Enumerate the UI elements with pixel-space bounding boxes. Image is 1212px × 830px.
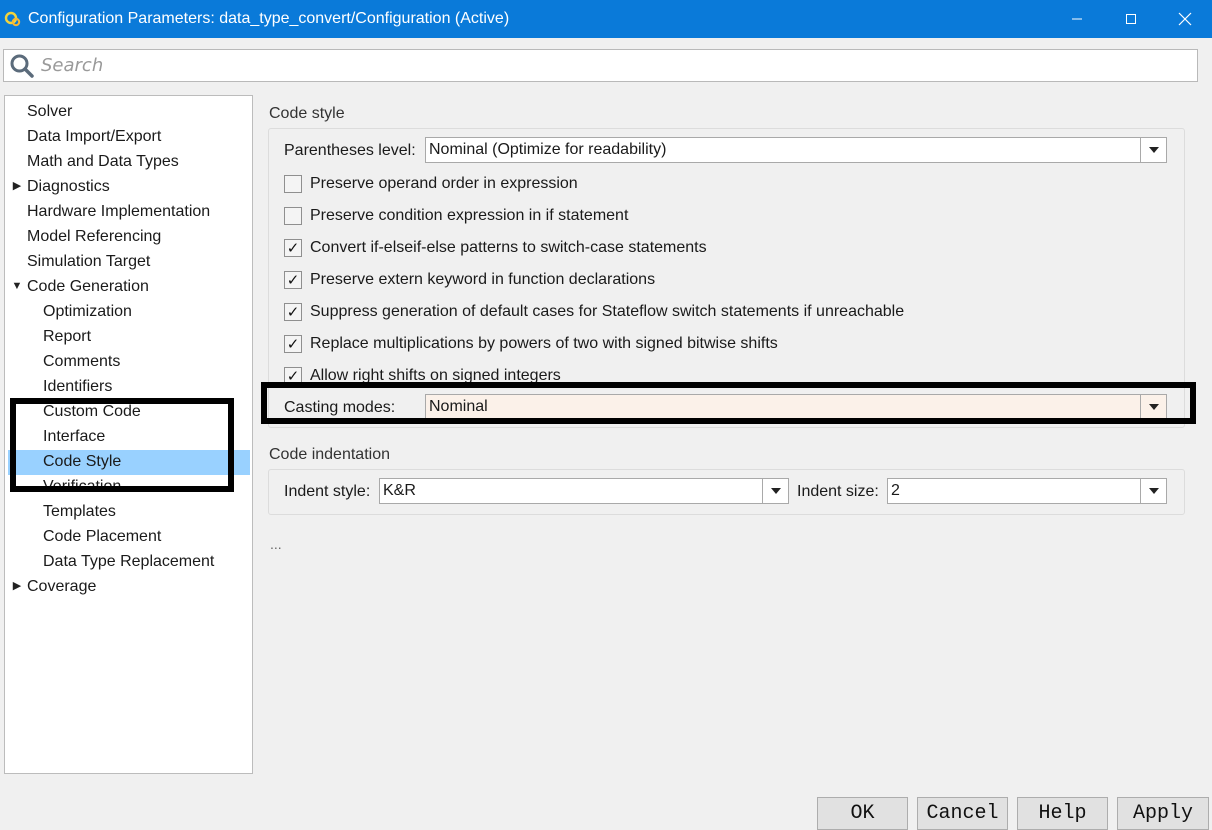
close-icon [1178,12,1192,26]
checkmark-icon[interactable]: ✓ [284,303,302,321]
tree-item-identifiers[interactable]: Identifiers [43,374,112,399]
search-bar[interactable] [3,49,1198,82]
tree-item-math-and-data-types[interactable]: Math and Data Types [27,149,179,174]
indent-style-value: K&R [383,482,416,499]
tree-item-model-referencing[interactable]: Model Referencing [27,224,161,249]
indent-style-dropdown[interactable]: K&R [379,478,789,504]
apply-button[interactable]: Apply [1117,797,1209,830]
search-icon [10,54,34,78]
tree-item-label: Diagnostics [27,178,110,195]
checkbox-replace-multiplications[interactable]: ✓ Replace multiplications by powers of t… [284,333,778,355]
tree-item-diagnostics[interactable]: ▶ Diagnostics [13,174,110,199]
window-title: Configuration Parameters: data_type_conv… [28,10,510,27]
tree-item-label: Coverage [27,578,97,595]
title-bar: Configuration Parameters: data_type_conv… [0,0,1212,38]
checkmark-icon[interactable]: ✓ [284,271,302,289]
tree-item-label: Code Generation [27,278,149,295]
casting-modes-dropdown[interactable]: Nominal [425,394,1167,420]
tree-item-code-style[interactable]: Code Style [43,449,121,474]
checkbox-label: Preserve extern keyword in function decl… [310,271,656,288]
checkmark-icon[interactable]: ✓ [284,239,302,257]
tree-item-templates[interactable]: Templates [43,499,116,524]
dropdown-arrow-icon[interactable] [1140,395,1166,419]
checkbox-label: Suppress generation of default cases for… [310,303,905,320]
indent-style-label: Indent style: [284,483,371,500]
expand-arrow-icon[interactable]: ▶ [11,174,23,199]
checkbox-label: Allow right shifts on signed integers [310,367,561,384]
tree-item-optimization[interactable]: Optimization [43,299,132,324]
tree-item-code-placement[interactable]: Code Placement [43,524,161,549]
minimize-icon [1072,18,1082,20]
dropdown-arrow-icon[interactable] [1140,138,1166,162]
checkbox-preserve-operand-order[interactable]: Preserve operand order in expression [284,173,578,195]
checkbox-label: Replace multiplications by powers of two… [310,335,778,352]
dropdown-arrow-icon[interactable] [1140,479,1166,503]
checkbox-unchecked-icon[interactable] [284,175,302,193]
code-style-section-title: Code style [269,105,345,122]
checkbox-allow-right-shifts[interactable]: ✓ Allow right shifts on signed integers [284,365,561,387]
expand-arrow-icon[interactable]: ▶ [11,574,23,599]
indent-size-value: 2 [891,482,900,499]
tree-item-data-import-export[interactable]: Data Import/Export [27,124,161,149]
tree-item-interface[interactable]: Interface [43,424,105,449]
collapse-arrow-icon[interactable]: ▼ [11,274,23,299]
parentheses-level-dropdown[interactable]: Nominal (Optimize for readability) [425,137,1167,163]
checkbox-preserve-extern-keyword[interactable]: ✓ Preserve extern keyword in function de… [284,269,655,291]
tree-item-solver[interactable]: Solver [27,99,72,124]
tree-item-simulation-target[interactable]: Simulation Target [27,249,150,274]
more-ellipsis: ... [270,536,282,552]
parentheses-level-label: Parentheses level: [284,142,416,159]
tree-item-verification[interactable]: Verification [43,474,121,499]
checkbox-suppress-default-cases[interactable]: ✓ Suppress generation of default cases f… [284,301,904,323]
cancel-button[interactable]: Cancel [917,797,1008,830]
indent-size-label: Indent size: [797,483,879,500]
parentheses-level-value: Nominal (Optimize for readability) [429,141,667,158]
tree-item-coverage[interactable]: ▶ Coverage [13,574,97,599]
ok-button[interactable]: OK [817,797,908,830]
tree-item-hardware-implementation[interactable]: Hardware Implementation [27,199,210,224]
tree-item-report[interactable]: Report [43,324,91,349]
maximize-button[interactable] [1104,0,1158,38]
help-button[interactable]: Help [1017,797,1108,830]
close-button[interactable] [1158,0,1212,38]
tree-item-comments[interactable]: Comments [43,349,120,374]
checkbox-convert-switch-case[interactable]: ✓ Convert if-elseif-else patterns to swi… [284,237,707,259]
simulink-gear-icon [4,10,22,28]
checkbox-preserve-condition-expression[interactable]: Preserve condition expression in if stat… [284,205,628,227]
category-tree: Solver Data Import/Export Math and Data … [4,95,253,774]
tree-item-data-type-replacement[interactable]: Data Type Replacement [43,549,214,574]
checkbox-label: Convert if-elseif-else patterns to switc… [310,239,707,256]
search-input[interactable] [41,55,1141,76]
code-indentation-section-title: Code indentation [269,446,390,463]
checkmark-icon[interactable]: ✓ [284,335,302,353]
indent-size-dropdown[interactable]: 2 [887,478,1167,504]
checkmark-icon[interactable]: ✓ [284,367,302,385]
casting-modes-label: Casting modes: [284,399,396,416]
maximize-icon [1126,14,1136,24]
checkbox-unchecked-icon[interactable] [284,207,302,225]
dropdown-arrow-icon[interactable] [762,479,788,503]
tree-item-custom-code[interactable]: Custom Code [43,399,141,424]
casting-modes-value: Nominal [429,398,488,415]
minimize-button[interactable] [1050,0,1104,38]
tree-item-code-generation[interactable]: ▼ Code Generation [12,274,149,299]
checkbox-label: Preserve condition expression in if stat… [310,207,629,224]
checkbox-label: Preserve operand order in expression [310,175,578,192]
